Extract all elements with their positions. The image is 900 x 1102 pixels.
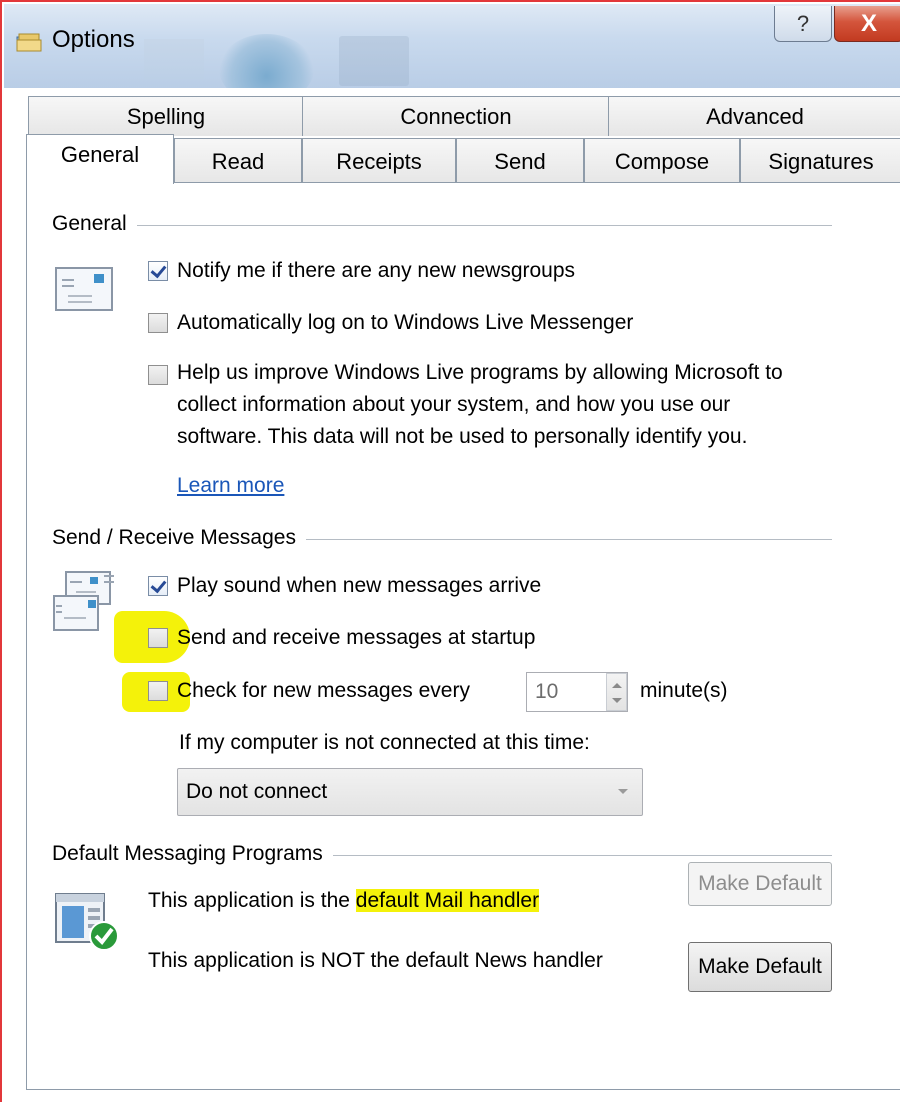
improve-program-label-line2: collect information about your system, a…	[177, 393, 731, 416]
help-icon: ?	[796, 10, 810, 36]
notify-newsgroups-checkbox[interactable]	[148, 261, 168, 281]
play-sound-checkbox[interactable]	[148, 576, 168, 596]
options-window-icon	[16, 33, 42, 52]
improve-program-label-line3: software. This data will not be used to …	[177, 425, 748, 448]
glass-reflection	[339, 36, 409, 86]
notify-newsgroups-label: Notify me if there are any new newsgroup…	[177, 259, 576, 282]
spin-down-icon[interactable]	[612, 698, 622, 703]
check-interval-stepper[interactable]	[606, 673, 627, 711]
play-sound-label: Play sound when new messages arrive	[177, 574, 542, 597]
options-window: Options ? X Spelling Connection Advanced…	[0, 0, 900, 1102]
close-icon: X	[860, 9, 877, 37]
tab-advanced[interactable]: Advanced	[608, 96, 900, 136]
title-bar[interactable]: Options ? X	[4, 4, 900, 104]
news-handler-status: This application is NOT the default News…	[148, 949, 603, 972]
tab-label: Advanced	[706, 103, 804, 129]
help-button[interactable]: ?	[774, 6, 832, 42]
startup-send-receive-checkbox[interactable]	[148, 628, 168, 648]
tab-receipts[interactable]: Receipts	[302, 138, 456, 184]
interval-unit-label: minute(s)	[640, 679, 728, 702]
mail-handler-prefix: This application is the	[148, 889, 356, 912]
glass-reflection	[144, 39, 204, 79]
improve-program-checkbox[interactable]	[148, 365, 168, 385]
make-default-news-button[interactable]: Make Default	[688, 942, 832, 992]
connection-option-select[interactable]: Do not connect	[177, 768, 643, 816]
make-default-mail-button[interactable]: Make Default	[688, 862, 832, 906]
section-divider	[52, 225, 832, 226]
tab-label: Signatures	[768, 148, 874, 174]
default-programs-section-title: Default Messaging Programs	[52, 842, 333, 866]
auto-logon-checkbox[interactable]	[148, 313, 168, 333]
chevron-down-icon	[618, 789, 628, 794]
send-receive-icon	[53, 571, 114, 631]
newsgroup-icon	[55, 267, 113, 311]
tab-strip: Spelling Connection Advanced General Rea…	[4, 88, 900, 184]
general-section-title: General	[52, 212, 137, 236]
tab-connection[interactable]: Connection	[302, 96, 610, 136]
spin-up-icon[interactable]	[612, 683, 622, 688]
tab-read[interactable]: Read	[174, 138, 302, 184]
close-button[interactable]: X	[834, 6, 900, 42]
not-connected-label: If my computer is not connected at this …	[179, 731, 590, 754]
tab-label: Spelling	[126, 103, 206, 129]
tab-compose[interactable]: Compose	[584, 138, 740, 184]
send-receive-section-title: Send / Receive Messages	[52, 526, 306, 550]
tab-label: Compose	[614, 148, 710, 174]
tab-label: Send	[494, 148, 546, 174]
learn-more-link[interactable]: Learn more	[177, 474, 284, 498]
tab-label: Connection	[400, 103, 512, 129]
tab-general[interactable]: General	[26, 134, 174, 184]
tab-spelling[interactable]: Spelling	[28, 96, 304, 136]
default-app-check-icon	[55, 893, 119, 951]
tab-label: General	[60, 141, 140, 167]
mail-handler-status: This application is the default Mail han…	[148, 888, 540, 914]
check-every-checkbox[interactable]	[148, 681, 168, 701]
tab-label: Receipts	[336, 148, 422, 174]
improve-program-label-line1: Help us improve Windows Live programs by…	[177, 361, 783, 384]
auto-logon-label: Automatically log on to Windows Live Mes…	[177, 311, 634, 334]
mail-handler-highlight: default Mail handler	[355, 889, 540, 912]
tab-label: Read	[211, 148, 265, 174]
connection-option-value: Do not connect	[186, 780, 328, 803]
check-every-label: Check for new messages every	[177, 679, 470, 702]
window-title: Options	[52, 26, 135, 53]
tab-send[interactable]: Send	[456, 138, 584, 184]
startup-send-receive-label: Send and receive messages at startup	[177, 626, 536, 649]
tab-signatures[interactable]: Signatures	[740, 138, 900, 184]
